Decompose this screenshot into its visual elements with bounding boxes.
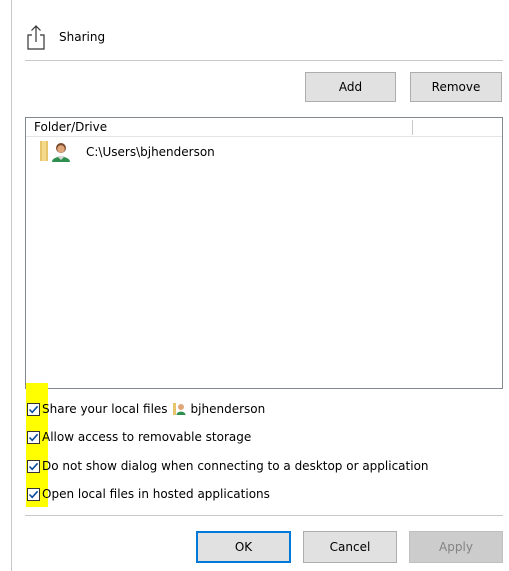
column-header-folder-drive[interactable]: Folder/Drive — [34, 120, 107, 134]
share-local-files-text: Share your local files — [42, 402, 168, 416]
window-left-border — [11, 0, 12, 571]
user-folder-icon — [40, 141, 76, 163]
cancel-button[interactable]: Cancel — [303, 531, 397, 563]
apply-button[interactable]: Apply — [409, 531, 503, 563]
share-icon — [25, 23, 47, 51]
removable-storage-checkbox[interactable] — [27, 430, 40, 444]
share-local-files-label: Share your local files bjhenderson — [42, 402, 265, 416]
list-item[interactable]: C:\Users\bjhenderson — [40, 141, 215, 163]
option-open-local-files[interactable]: Open local files in hosted applications — [25, 485, 270, 503]
share-user-name: bjhenderson — [190, 402, 266, 416]
share-local-files-checkbox[interactable] — [27, 402, 40, 416]
user-icon — [172, 402, 187, 416]
add-button[interactable]: Add — [305, 72, 396, 102]
header-divider — [25, 60, 503, 61]
option-share-local-files[interactable]: Share your local files bjhenderson — [25, 400, 265, 418]
folder-drive-list[interactable]: Folder/Drive C:\Users\bjhenderson — [25, 117, 503, 389]
footer-divider — [25, 515, 503, 516]
folder-path: C:\Users\bjhenderson — [86, 145, 215, 159]
no-dialog-checkbox[interactable] — [27, 459, 40, 473]
no-dialog-label: Do not show dialog when connecting to a … — [42, 459, 429, 473]
removable-storage-label: Allow access to removable storage — [42, 430, 252, 444]
open-local-files-checkbox[interactable] — [27, 487, 40, 501]
ok-button[interactable]: OK — [196, 531, 291, 563]
sharing-settings-page: Sharing Add Remove Folder/Drive C:\Users… — [0, 0, 509, 571]
open-local-files-label: Open local files in hosted applications — [42, 487, 270, 501]
option-removable-storage[interactable]: Allow access to removable storage — [25, 428, 251, 446]
page-title: Sharing — [59, 30, 106, 44]
column-resize-handle[interactable] — [412, 120, 413, 135]
sharing-header: Sharing — [25, 22, 105, 52]
option-no-dialog[interactable]: Do not show dialog when connecting to a … — [25, 457, 429, 475]
remove-button[interactable]: Remove — [410, 72, 502, 102]
list-header: Folder/Drive — [26, 118, 502, 137]
